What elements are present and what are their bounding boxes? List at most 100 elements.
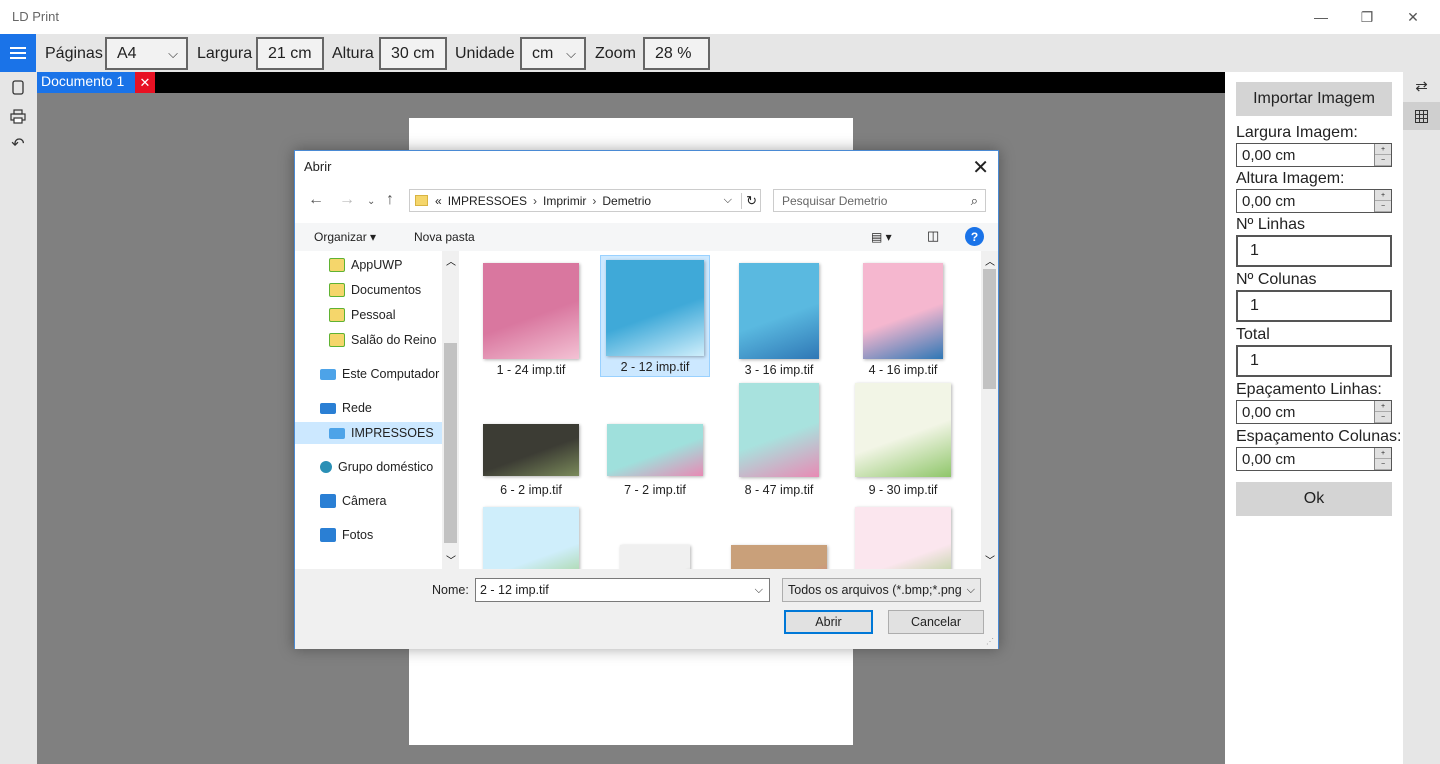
up-arrow-icon[interactable]: ↑ [386,191,394,209]
search-icon: ⌕ [970,193,978,208]
address-dropdown-icon[interactable]: ⌵ [724,194,732,207]
decrement-icon[interactable]: − [1375,459,1391,470]
image-width-field[interactable]: 0,00 cm + − [1236,143,1392,167]
unit-select[interactable]: cm ⌵ [520,37,586,70]
undo-icon[interactable]: ↶ [9,135,27,153]
image-height-field[interactable]: 0,00 cm + − [1236,189,1392,213]
nav-item-grupo-domestico[interactable]: Grupo doméstico [295,456,442,478]
row-spacing-field[interactable]: 0,00 cm + − [1236,400,1392,424]
open-button[interactable]: Abrir [784,610,873,634]
dialog-close-icon[interactable]: ✕ [972,155,989,180]
print-icon[interactable] [9,107,27,125]
image-thumbnail [483,507,579,569]
hamburger-menu-icon[interactable] [0,34,36,72]
increment-icon[interactable]: + [1375,144,1391,155]
file-item[interactable]: 1 - 24 imp.tif [476,255,586,377]
width-field[interactable]: 21 cm [256,37,324,70]
address-bar[interactable]: « IMPRESSOES › Imprimir › Demetrio ⌵ ↻ [409,189,761,212]
rows-field[interactable]: 1 [1236,235,1392,267]
files-scroll-thumb[interactable] [983,269,996,389]
chevron-down-icon[interactable]: ⌵ [755,584,763,597]
increment-icon[interactable]: + [1375,448,1391,459]
breadcrumb-demetrio[interactable]: Demetrio [602,194,651,208]
nav-item-documentos[interactable]: Documentos [295,279,442,301]
view-options-icon[interactable]: ▤ ▾ [871,230,892,244]
height-field[interactable]: 30 cm [379,37,447,70]
new-page-icon[interactable] [9,78,27,96]
nav-item-label: IMPRESSOES [351,426,434,440]
resize-grip-icon[interactable]: ⋰ [986,637,994,646]
file-item[interactable]: 7 - 2 imp.tif [600,381,710,503]
chevron-down-icon: ⌵ [168,46,178,61]
breadcrumb-overflow[interactable]: « [435,194,442,208]
cancel-button[interactable]: Cancelar [888,610,984,634]
nav-item-rede[interactable]: Rede [295,397,442,419]
tab-close-icon[interactable]: ✕ [135,72,155,93]
nav-item-impressoes[interactable]: IMPRESSOES [295,422,442,444]
refresh-icon[interactable]: ↻ [741,192,757,209]
nav-item-fotos[interactable]: Fotos [295,524,442,546]
file-item[interactable] [476,505,586,569]
file-item[interactable] [724,505,834,569]
swap-icon[interactable]: ⇄ [1403,72,1440,100]
decrement-icon[interactable]: − [1375,155,1391,166]
search-input[interactable]: Pesquisar Demetrio ⌕ [773,189,986,212]
increment-icon[interactable]: + [1375,401,1391,412]
grid-icon[interactable] [1403,102,1440,130]
scroll-down-icon[interactable]: ﹀ [446,552,456,567]
file-name: 7 - 2 imp.tif [624,483,686,497]
zoom-field[interactable]: 28 % [643,37,710,70]
decrement-icon[interactable]: − [1375,412,1391,423]
row-spacing-label: Epaçamento Linhas: [1236,381,1382,398]
file-type-select[interactable]: Todos os arquivos (*.bmp;*.png ⌵ [782,578,981,602]
file-name: 3 - 16 imp.tif [744,363,814,377]
breadcrumb-impressoes[interactable]: IMPRESSOES [448,194,527,208]
help-icon[interactable]: ? [965,227,984,246]
file-item[interactable]: 8 - 47 imp.tif [724,381,834,503]
rows-label: Nº Linhas [1236,216,1305,233]
file-item[interactable]: 4 - 16 imp.tif [848,255,958,377]
nav-item-appuwp[interactable]: AppUWP [295,254,442,276]
tab-documento-1[interactable]: Documento 1 [37,72,135,93]
col-spacing-value: 0,00 cm [1242,450,1296,468]
file-item[interactable] [848,505,958,569]
pages-select[interactable]: A4 ⌵ [105,37,188,70]
nav-item-label: Este Computador [342,367,440,381]
import-image-button[interactable]: Importar Imagem [1236,82,1392,116]
nav-scroll-thumb[interactable] [444,343,457,543]
nav-item-salao-do-reino[interactable]: Salão do Reino [295,329,442,351]
files-scrollbar[interactable]: ︿ ﹀ [981,251,998,569]
ok-button[interactable]: Ok [1236,482,1392,516]
nav-item-camera[interactable]: Câmera [295,490,442,512]
columns-field[interactable]: 1 [1236,290,1392,322]
back-arrow-icon[interactable]: ← [308,191,324,209]
col-spacing-field[interactable]: 0,00 cm + − [1236,447,1392,471]
forward-arrow-icon[interactable]: → [339,191,355,209]
decrement-icon[interactable]: − [1375,201,1391,212]
nav-scrollbar[interactable]: ︿ ﹀ [442,251,459,569]
file-item[interactable] [600,505,710,569]
increment-icon[interactable]: + [1375,190,1391,201]
maximize-button[interactable]: ❐ [1344,0,1390,34]
new-folder-button[interactable]: Nova pasta [414,230,475,244]
scroll-down-icon[interactable]: ﹀ [985,552,995,567]
nav-item-pessoal[interactable]: Pessoal [295,304,442,326]
scroll-up-icon[interactable]: ︿ [446,253,456,268]
file-item-selected[interactable]: 2 - 12 imp.tif [600,255,710,377]
breadcrumb-imprimir[interactable]: Imprimir [543,194,586,208]
nav-item-este-computador[interactable]: Este Computador [295,363,442,385]
minimize-button[interactable]: — [1298,0,1344,34]
close-button[interactable]: ✕ [1390,0,1436,34]
pages-label: Páginas [45,45,103,62]
image-thumbnail [855,383,951,477]
file-item[interactable]: 6 - 2 imp.tif [476,381,586,503]
preview-pane-icon[interactable]: ◫ [927,228,939,244]
file-item[interactable]: 3 - 16 imp.tif [724,255,834,377]
file-name-input[interactable]: 2 - 12 imp.tif ⌵ [475,578,770,602]
organize-button[interactable]: Organizar ▾ [314,230,376,244]
total-field[interactable]: 1 [1236,345,1392,377]
file-name: 4 - 16 imp.tif [868,363,938,377]
scroll-up-icon[interactable]: ︿ [985,253,995,268]
recent-locations-icon[interactable]: ⌄ [367,196,375,207]
file-item[interactable]: 9 - 30 imp.tif [848,381,958,503]
